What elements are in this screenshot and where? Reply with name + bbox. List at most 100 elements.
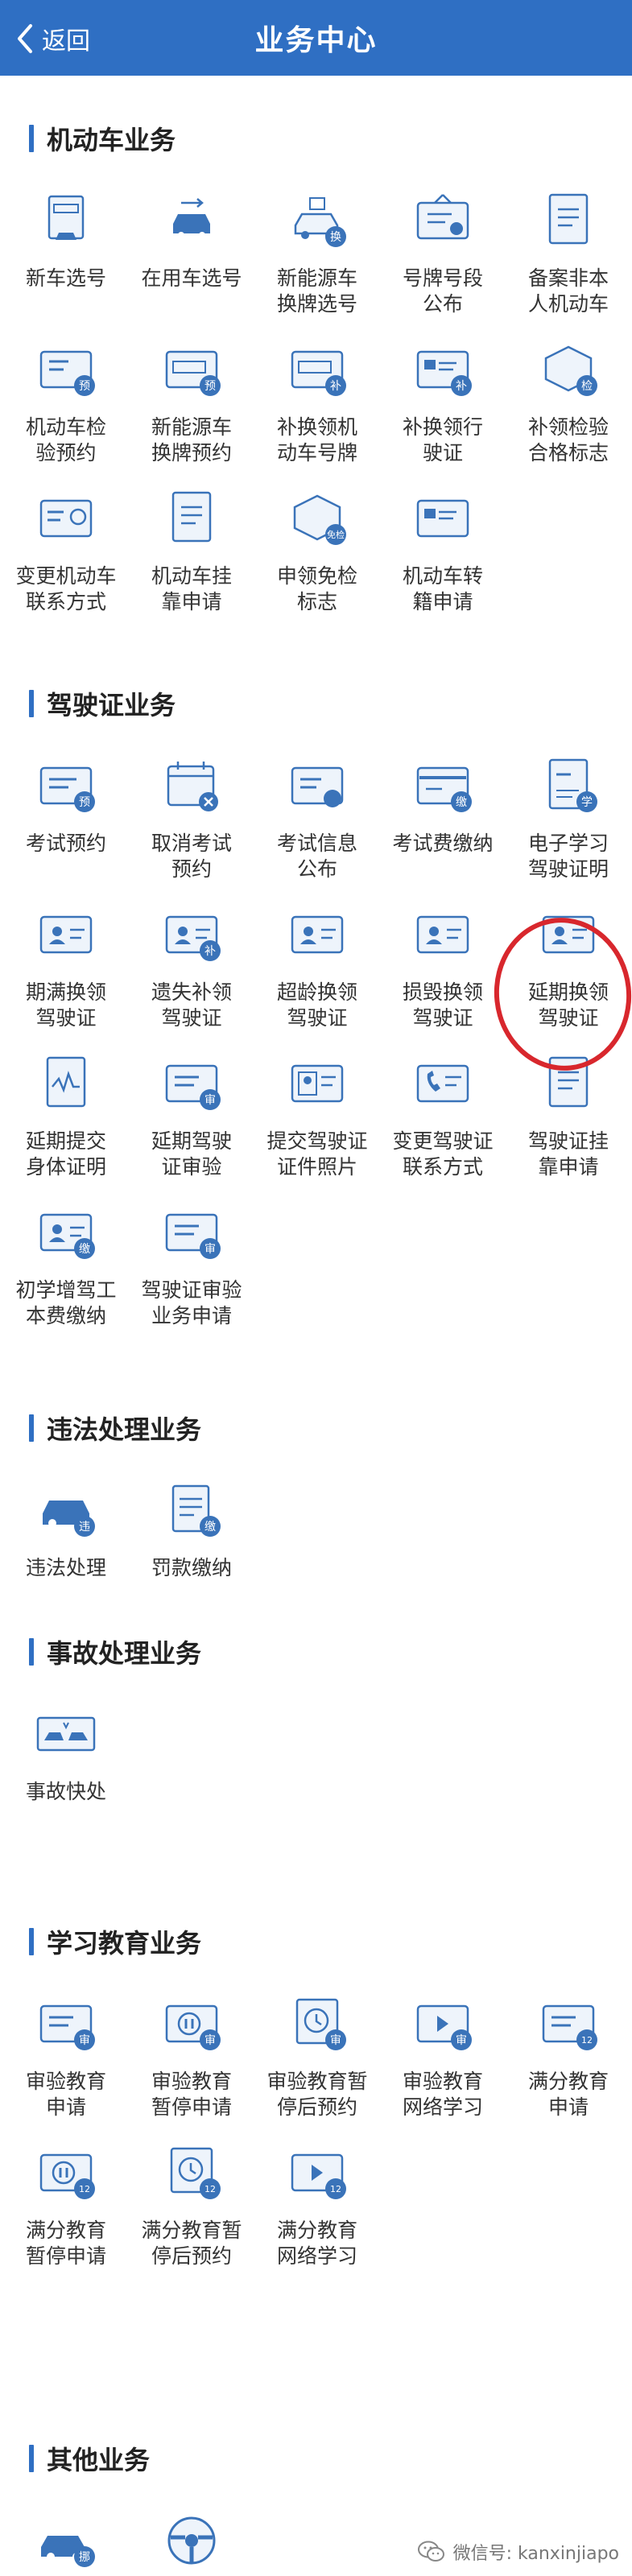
back-button[interactable]: 返回 <box>14 21 90 56</box>
service-item[interactable]: 延期换领 驾驶证 <box>506 901 631 1054</box>
section-title: 其他业务 <box>29 2442 150 2475</box>
car-plate-icon <box>31 187 101 256</box>
section-title: 事故处理业务 <box>29 1636 201 1669</box>
service-item[interactable]: 损毁换领 驾驶证 <box>380 901 506 1054</box>
review-card-icon: 审 <box>157 1199 226 1268</box>
ev-car-icon: 换 <box>283 187 352 256</box>
svg-text:学: 学 <box>581 796 593 809</box>
service-item[interactable]: 机动车转 籍申请 <box>380 485 506 638</box>
hexagon-badge-icon: 检 <box>534 336 603 405</box>
service-item[interactable]: 提交驾驶证 证件照片 <box>254 1050 380 1203</box>
service-item[interactable]: 12 满分教育 网络学习 <box>254 2139 380 2292</box>
svg-text:违: 违 <box>79 1521 90 1534</box>
service-item-label: 补换领行 驶证 <box>402 415 483 464</box>
service-item[interactable]: 补补换领行 驶证 <box>380 336 506 489</box>
service-item-label: 在用车选号 <box>141 266 242 290</box>
service-item-label: 机动车挂 靠申请 <box>151 564 232 613</box>
service-item[interactable]: 12 满分教育 暂停申请 <box>3 2139 129 2292</box>
service-item[interactable]: 在用车选号 <box>129 187 254 340</box>
svg-text:补: 补 <box>204 945 216 958</box>
steering-wheel-icon <box>157 2507 226 2576</box>
svg-text:预: 预 <box>79 796 90 809</box>
service-item[interactable]: 审审验教育 网络学习 <box>380 1990 506 2143</box>
hexagon-badge-icon: 免检 <box>283 485 352 554</box>
service-item-label: 考试信息 公布 <box>276 832 357 881</box>
service-item[interactable]: 补补换领机 动车号牌 <box>254 336 380 489</box>
svg-text:免检: 免检 <box>327 529 345 540</box>
service-item[interactable]: 检补领检验 合格标志 <box>506 336 631 489</box>
service-item[interactable]: 学电子学习 驾驶证明 <box>506 752 631 905</box>
service-item-label: 补换领机 动车号牌 <box>276 415 357 464</box>
service-item-label: 延期驾驶 证审验 <box>151 1129 232 1179</box>
document-icon <box>534 187 603 256</box>
service-item-label: 审验教育 暂停申请 <box>151 2070 232 2119</box>
section-title: 学习教育业务 <box>29 1926 201 1959</box>
service-item[interactable]: 出行导航 <box>129 2507 254 2576</box>
service-item[interactable]: 缴罚款缴纳 <box>129 1476 254 1629</box>
service-item-label: 期满换领 驾驶证 <box>25 980 106 1030</box>
service-item[interactable]: 号牌号段 公布 <box>380 187 506 340</box>
service-item[interactable]: 驾驶证挂 靠申请 <box>506 1050 631 1203</box>
service-item[interactable]: 延期提交 身体证明 <box>3 1050 129 1203</box>
service-item[interactable]: 12 满分教育暂 停后预约 <box>129 2139 254 2292</box>
pause-card-icon: 12 <box>31 2139 101 2208</box>
service-item[interactable]: 免检 申领免检 标志 <box>254 485 380 638</box>
svg-text:补: 补 <box>330 380 341 393</box>
service-item[interactable]: 机动车挂 靠申请 <box>129 485 254 638</box>
svg-text:预: 预 <box>79 380 90 393</box>
service-item-label: 审验教育 申请 <box>25 2070 106 2119</box>
service-item[interactable]: 预新能源车 换牌预约 <box>129 336 254 489</box>
service-item[interactable]: 期满换领 驾驶证 <box>3 901 129 1054</box>
service-item[interactable]: 事故快处 <box>3 1700 129 1853</box>
clock-card-icon: 12 <box>157 2139 226 2208</box>
service-item[interactable]: 审驾驶证审验 业务申请 <box>129 1199 254 1352</box>
review-card-icon: 审 <box>157 1050 226 1119</box>
health-doc-icon <box>31 1050 101 1119</box>
service-item[interactable]: 超龄换领 驾驶证 <box>254 901 380 1054</box>
service-item-label: 驾驶证审验 业务申请 <box>141 1278 242 1327</box>
service-item[interactable]: 新车选号 <box>3 187 129 340</box>
announce-card-icon <box>283 752 352 821</box>
service-item-label: 新能源车 换牌预约 <box>151 415 232 464</box>
exam-card-icon: 预 <box>31 752 101 821</box>
service-item-label: 新能源车 换牌选号 <box>276 266 357 316</box>
service-item[interactable]: 预机动车检 验预约 <box>3 336 129 489</box>
service-item[interactable]: 备案非本 人机动车 <box>506 187 631 340</box>
calendar-icon <box>157 752 226 821</box>
id-card-icon <box>283 901 352 970</box>
service-item[interactable]: 变更驾驶证 联系方式 <box>380 1050 506 1203</box>
service-item[interactable]: 审审验教育暂 停后预约 <box>254 1990 380 2143</box>
fine-doc-icon: 缴 <box>157 1476 226 1546</box>
service-list: 机动车业务 新车选号 在用车选号换新能源车 换牌选号 号牌号段 公布 备案非本 人机动车… <box>0 76 632 2576</box>
service-item[interactable]: 补遗失补领 驾驶证 <box>129 901 254 1054</box>
svg-text:缴: 缴 <box>456 796 467 809</box>
car-exchange-icon <box>157 187 226 256</box>
svg-text:12: 12 <box>581 2035 593 2046</box>
svg-text:审: 审 <box>204 2034 216 2047</box>
service-item[interactable]: 审审验教育 申请 <box>3 1990 129 2143</box>
service-item[interactable]: 取消考试 预约 <box>129 752 254 905</box>
service-item[interactable]: 审审验教育 暂停申请 <box>129 1990 254 2143</box>
move-car-icon: 挪 <box>31 2507 101 2576</box>
service-item-label: 取消考试 预约 <box>151 832 232 881</box>
service-item[interactable]: 12 满分教育 申请 <box>506 1990 631 2143</box>
service-item[interactable]: 变更机动车 联系方式 <box>3 485 129 638</box>
violation-car-icon: 违 <box>31 1476 101 1546</box>
service-item[interactable]: 挪一键挪车 <box>3 2507 129 2576</box>
svg-text:缴: 缴 <box>204 1521 216 1534</box>
service-item[interactable]: 缴初学增驾工 本费缴纳 <box>3 1199 129 1352</box>
id-card-icon <box>31 901 101 970</box>
service-item[interactable]: 违违法处理 <box>3 1476 129 1629</box>
service-item[interactable]: 审延期驾驶 证审验 <box>129 1050 254 1203</box>
inspection-card-icon: 预 <box>31 336 101 405</box>
service-item-label: 满分教育 暂停申请 <box>25 2219 106 2268</box>
svg-text:缴: 缴 <box>79 1243 90 1256</box>
service-item[interactable]: 缴考试费缴纳 <box>380 752 506 905</box>
service-item[interactable]: 考试信息 公布 <box>254 752 380 905</box>
accident-icon <box>31 1700 101 1769</box>
page-title: 业务中心 <box>254 24 378 57</box>
service-item[interactable]: 预考试预约 <box>3 752 129 905</box>
service-item-label: 考试预约 <box>25 832 106 855</box>
svg-text:审: 审 <box>79 2034 90 2047</box>
service-item[interactable]: 换新能源车 换牌选号 <box>254 187 380 340</box>
